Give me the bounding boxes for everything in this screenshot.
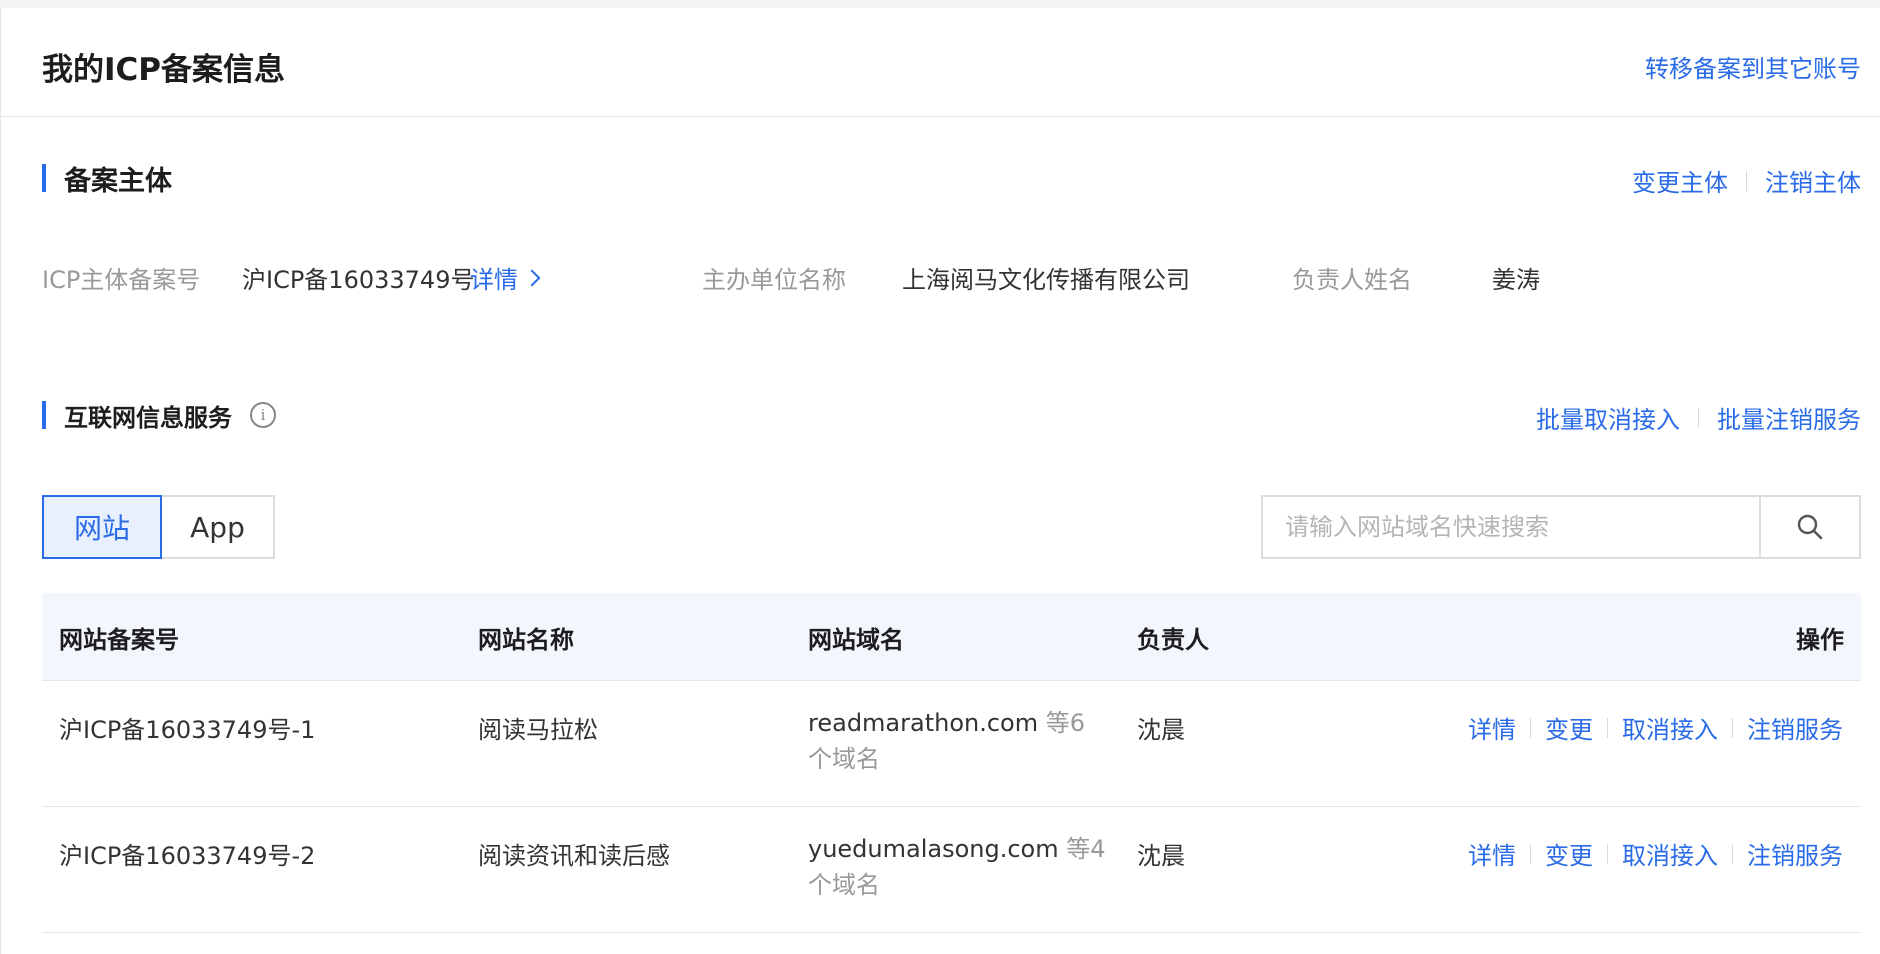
cancel-subject-link[interactable]: 注销主体: [1765, 163, 1861, 198]
subject-section-header: 备案主体: [42, 163, 172, 197]
divider: [1746, 170, 1747, 191]
col-actions: 操作: [1796, 626, 1844, 654]
service-type-tabs: 网站 App: [42, 495, 275, 559]
change-link[interactable]: 变更: [1545, 710, 1593, 745]
org-name-label: 主办单位名称: [702, 266, 846, 294]
icp-number-value: 沪ICP备16033749号: [242, 266, 475, 294]
left-border: [0, 8, 1, 954]
col-owner: 负责人: [1137, 626, 1209, 654]
subject-section-title: 备案主体: [64, 165, 172, 197]
site-name: 阅读马拉松: [478, 716, 598, 744]
section-accent-bar: [42, 164, 46, 192]
domain-search-input[interactable]: [1263, 497, 1759, 557]
row-actions: 详情 变更 取消接入 注销服务: [1468, 710, 1843, 745]
icp-number-label: ICP主体备案号: [42, 266, 201, 294]
owner-name-label: 负责人姓名: [1292, 266, 1412, 294]
owner: 沈晨: [1137, 716, 1185, 744]
service-batch-actions: 批量取消接入 批量注销服务: [1536, 400, 1861, 435]
subject-actions: 变更主体 注销主体: [1632, 163, 1861, 198]
divider: [1530, 843, 1531, 864]
table-header: 网站备案号 网站名称 网站域名 负责人 操作: [42, 593, 1861, 681]
transfer-record-link[interactable]: 转移备案到其它账号: [1645, 49, 1861, 84]
service-section-header: 互联网信息服务 i: [42, 400, 276, 432]
org-name-value: 上海阅马文化传播有限公司: [902, 266, 1190, 294]
tab-app[interactable]: App: [162, 495, 275, 559]
change-subject-link[interactable]: 变更主体: [1632, 163, 1728, 198]
batch-cancel-service-link[interactable]: 批量注销服务: [1717, 400, 1861, 435]
tab-website[interactable]: 网站: [42, 495, 162, 559]
page-header: 我的ICP备案信息 转移备案到其它账号: [0, 8, 1880, 117]
divider: [1698, 407, 1699, 428]
service-section-title: 互联网信息服务: [64, 403, 232, 432]
divider: [1607, 717, 1608, 738]
icp-detail-label: 详情: [470, 266, 518, 294]
cancel-access-link[interactable]: 取消接入: [1622, 836, 1718, 871]
cancel-service-link[interactable]: 注销服务: [1747, 710, 1843, 745]
page-title: 我的ICP备案信息: [42, 52, 286, 88]
table-row: 沪ICP备16033749号-1 阅读马拉松 readmarathon.com …: [42, 681, 1861, 807]
site-name: 阅读资讯和读后感: [478, 842, 670, 870]
site-domain: yuedumalasong.com 等4个域名: [808, 831, 1108, 903]
chevron-right-icon: [523, 269, 541, 286]
domain-search: [1261, 495, 1861, 559]
divider: [1732, 717, 1733, 738]
detail-link[interactable]: 详情: [1468, 710, 1516, 745]
owner: 沈晨: [1137, 842, 1185, 870]
batch-cancel-access-link[interactable]: 批量取消接入: [1536, 400, 1680, 435]
search-button[interactable]: [1759, 497, 1859, 557]
divider: [1530, 717, 1531, 738]
domain-primary: yuedumalasong.com: [808, 835, 1059, 863]
divider: [1732, 843, 1733, 864]
col-site-name: 网站名称: [478, 626, 574, 654]
info-icon[interactable]: i: [250, 402, 276, 428]
search-icon: [1797, 514, 1823, 540]
divider: [1607, 843, 1608, 864]
domain-primary: readmarathon.com: [808, 709, 1039, 737]
record-number: 沪ICP备16033749号-1: [59, 716, 316, 744]
change-link[interactable]: 变更: [1545, 836, 1593, 871]
detail-link[interactable]: 详情: [1468, 836, 1516, 871]
row-actions: 详情 变更 取消接入 注销服务: [1468, 836, 1843, 871]
cancel-service-link[interactable]: 注销服务: [1747, 836, 1843, 871]
table-row: 沪ICP备16033749号-2 阅读资讯和读后感 yuedumalasong.…: [42, 807, 1861, 933]
col-record-number: 网站备案号: [59, 626, 179, 654]
icp-detail-link[interactable]: 详情: [470, 260, 541, 295]
section-accent-bar: [42, 401, 46, 429]
owner-name-value: 姜涛: [1492, 266, 1540, 294]
cancel-access-link[interactable]: 取消接入: [1622, 710, 1718, 745]
record-number: 沪ICP备16033749号-2: [59, 842, 316, 870]
col-domain: 网站域名: [808, 626, 904, 654]
website-table: 网站备案号 网站名称 网站域名 负责人 操作 沪ICP备16033749号-1 …: [42, 593, 1861, 933]
site-domain: readmarathon.com 等6个域名: [808, 705, 1108, 777]
top-strip: [0, 0, 1880, 8]
